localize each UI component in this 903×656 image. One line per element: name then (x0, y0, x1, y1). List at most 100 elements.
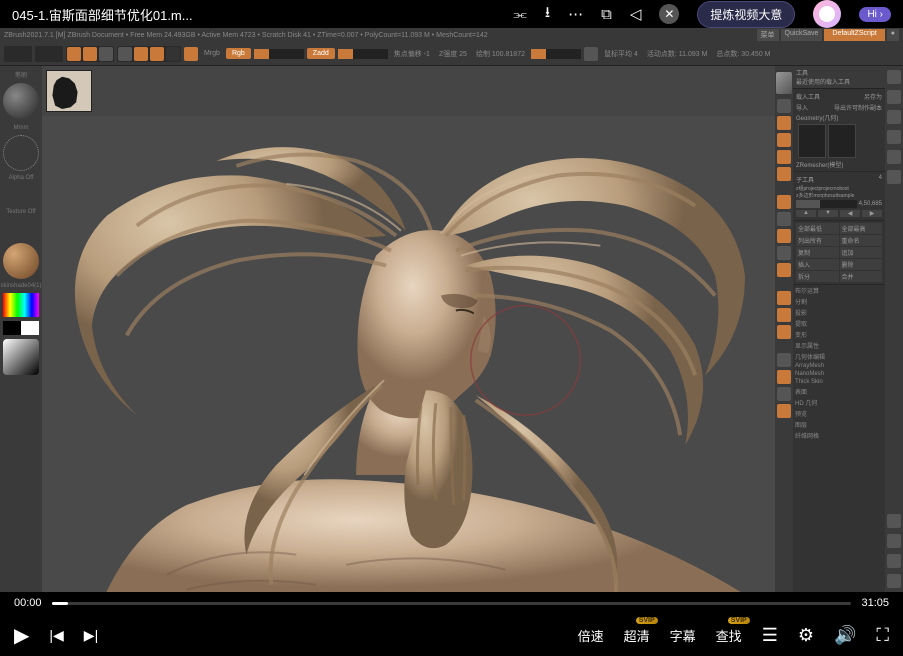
tb-edit[interactable] (35, 46, 63, 62)
tb-gizmo-1[interactable] (67, 47, 81, 61)
rp-all-low[interactable]: 全部最低 (796, 223, 839, 234)
next-button[interactable]: ▶| (84, 627, 98, 644)
rp-rename[interactable]: 重命名 (840, 235, 883, 246)
rp-tool-icon-1[interactable] (798, 124, 826, 158)
fr-1[interactable] (887, 70, 901, 84)
rp-panel-14[interactable]: 纤维网格 (793, 430, 885, 441)
tb-draw[interactable] (166, 47, 180, 61)
tb-zadd[interactable]: Zadd (307, 48, 335, 59)
default-script-button[interactable]: DefaultZScript (824, 29, 884, 41)
fr-7[interactable] (887, 514, 901, 528)
material-preview[interactable] (3, 243, 39, 279)
rp-panel-1[interactable]: 分割 (793, 296, 885, 307)
rp-duplicate[interactable]: 复制 (796, 247, 839, 258)
stroke-preview[interactable] (3, 135, 39, 171)
rs-pframes[interactable] (777, 263, 791, 277)
rp-panel-10[interactable]: 表面 (793, 386, 885, 397)
rs-move[interactable] (777, 291, 791, 305)
fr-8[interactable] (887, 534, 901, 548)
rp-panel-8[interactable]: NanoMesh (793, 370, 885, 378)
rs-xyz[interactable] (777, 246, 791, 260)
rs-ghost[interactable] (777, 387, 791, 401)
rs-icon-1[interactable] (777, 116, 791, 130)
quality-button[interactable]: 超清 SVIP (624, 626, 650, 645)
speed-button[interactable]: 倍速 (578, 626, 604, 645)
menubar-dot[interactable]: ● (887, 29, 899, 41)
rp-panel-2[interactable]: 投影 (793, 307, 885, 318)
fr-10[interactable] (887, 574, 901, 588)
rp-panel-12[interactable]: 预览 (793, 408, 885, 419)
rp-panel-7[interactable]: ArrayMesh (793, 362, 885, 370)
rp-nav-prev[interactable]: ◀ (840, 210, 860, 217)
subtitle-button[interactable]: 字幕 (670, 626, 696, 645)
rs-icon-2[interactable] (777, 133, 791, 147)
rp-panel-11[interactable]: HD 几何 (793, 397, 885, 408)
color-picker[interactable] (3, 293, 39, 317)
play-button[interactable]: ▶ (14, 623, 29, 648)
fullscreen-icon[interactable]: ⛶ (876, 625, 889, 646)
rs-frame[interactable] (777, 99, 791, 113)
tb-move[interactable] (118, 47, 132, 61)
rp-panel-9[interactable]: Thick Skin (793, 378, 885, 386)
cast-icon[interactable]: ◁ (630, 5, 642, 23)
brush-preview[interactable] (3, 83, 39, 119)
rp-list-all[interactable]: 列出所有 (796, 235, 839, 246)
rp-tool-icon-2[interactable] (828, 124, 856, 158)
menubar-menu[interactable]: 菜单 (757, 29, 779, 41)
settings-icon[interactable]: ⚙ (798, 625, 814, 646)
rp-split[interactable]: 拆分 (796, 271, 839, 282)
tb-dynamic[interactable] (584, 47, 598, 61)
tb-mode[interactable] (4, 46, 32, 62)
rp-append[interactable]: 追加 (840, 247, 883, 258)
close-icon[interactable]: ✕ (659, 4, 679, 24)
rs-solo[interactable] (777, 404, 791, 418)
quicksave-button[interactable]: QuickSave (781, 29, 823, 41)
rp-merge[interactable]: 合并 (840, 271, 883, 282)
rp-panel-5[interactable]: 显示属性 (793, 340, 885, 351)
fr-3[interactable] (887, 110, 901, 124)
tb-draw-slider[interactable] (531, 49, 581, 59)
rs-persp[interactable] (777, 195, 791, 209)
tb-mrgb[interactable]: Mrgb (201, 50, 223, 57)
thumbnail-1[interactable] (46, 70, 92, 112)
rp-all-high[interactable]: 全部最高 (840, 223, 883, 234)
viewport-canvas[interactable] (42, 116, 775, 592)
rs-zoom[interactable] (777, 308, 791, 322)
avatar[interactable] (813, 0, 841, 28)
fr-2[interactable] (887, 90, 901, 104)
rp-delete[interactable]: 删除 (840, 259, 883, 270)
rp-nav-down[interactable]: ▼ (818, 210, 838, 217)
rp-export[interactable]: 导出许可制作副本 (834, 103, 882, 112)
tb-gizmo-3[interactable] (99, 47, 113, 61)
nav-head-preview[interactable] (776, 72, 792, 94)
rp-insert[interactable]: 插入 (796, 259, 839, 270)
rs-polyframe[interactable] (777, 353, 791, 367)
prev-button[interactable]: |◀ (49, 627, 63, 644)
rp-import[interactable]: 导入 (796, 103, 808, 112)
tb-rgb-slider[interactable] (254, 49, 304, 59)
rp-load[interactable]: 载入工具 (796, 92, 820, 101)
rs-icon-3[interactable] (777, 150, 791, 164)
more-icon[interactable]: ⋯ (568, 5, 583, 23)
tb-sculptris[interactable] (184, 47, 198, 61)
rp-subtool-slider[interactable] (796, 200, 857, 208)
rp-nav-next[interactable]: ▶ (862, 210, 882, 217)
pip-icon[interactable]: ⧉ (601, 6, 612, 23)
rp-panel-3[interactable]: 提取 (793, 318, 885, 329)
rs-transp[interactable] (777, 370, 791, 384)
tb-scale[interactable] (134, 47, 148, 61)
playlist-icon[interactable]: ☰ (762, 625, 778, 646)
rp-nav-up[interactable]: ▲ (796, 210, 816, 217)
progress-track[interactable] (52, 602, 852, 605)
fr-6[interactable] (887, 170, 901, 184)
volume-icon[interactable]: 🔊 (834, 625, 856, 646)
extract-summary-button[interactable]: 提炼视频大意 (697, 1, 795, 28)
tb-rgb[interactable]: Rgb (226, 48, 251, 59)
color-swatches[interactable] (3, 321, 39, 335)
tb-gizmo-2[interactable] (83, 47, 97, 61)
rs-rotate[interactable] (777, 325, 791, 339)
rs-floor[interactable] (777, 212, 791, 226)
tb-z-slider[interactable] (338, 49, 388, 59)
tb-rotate[interactable] (150, 47, 164, 61)
rs-icon-4[interactable] (777, 167, 791, 181)
